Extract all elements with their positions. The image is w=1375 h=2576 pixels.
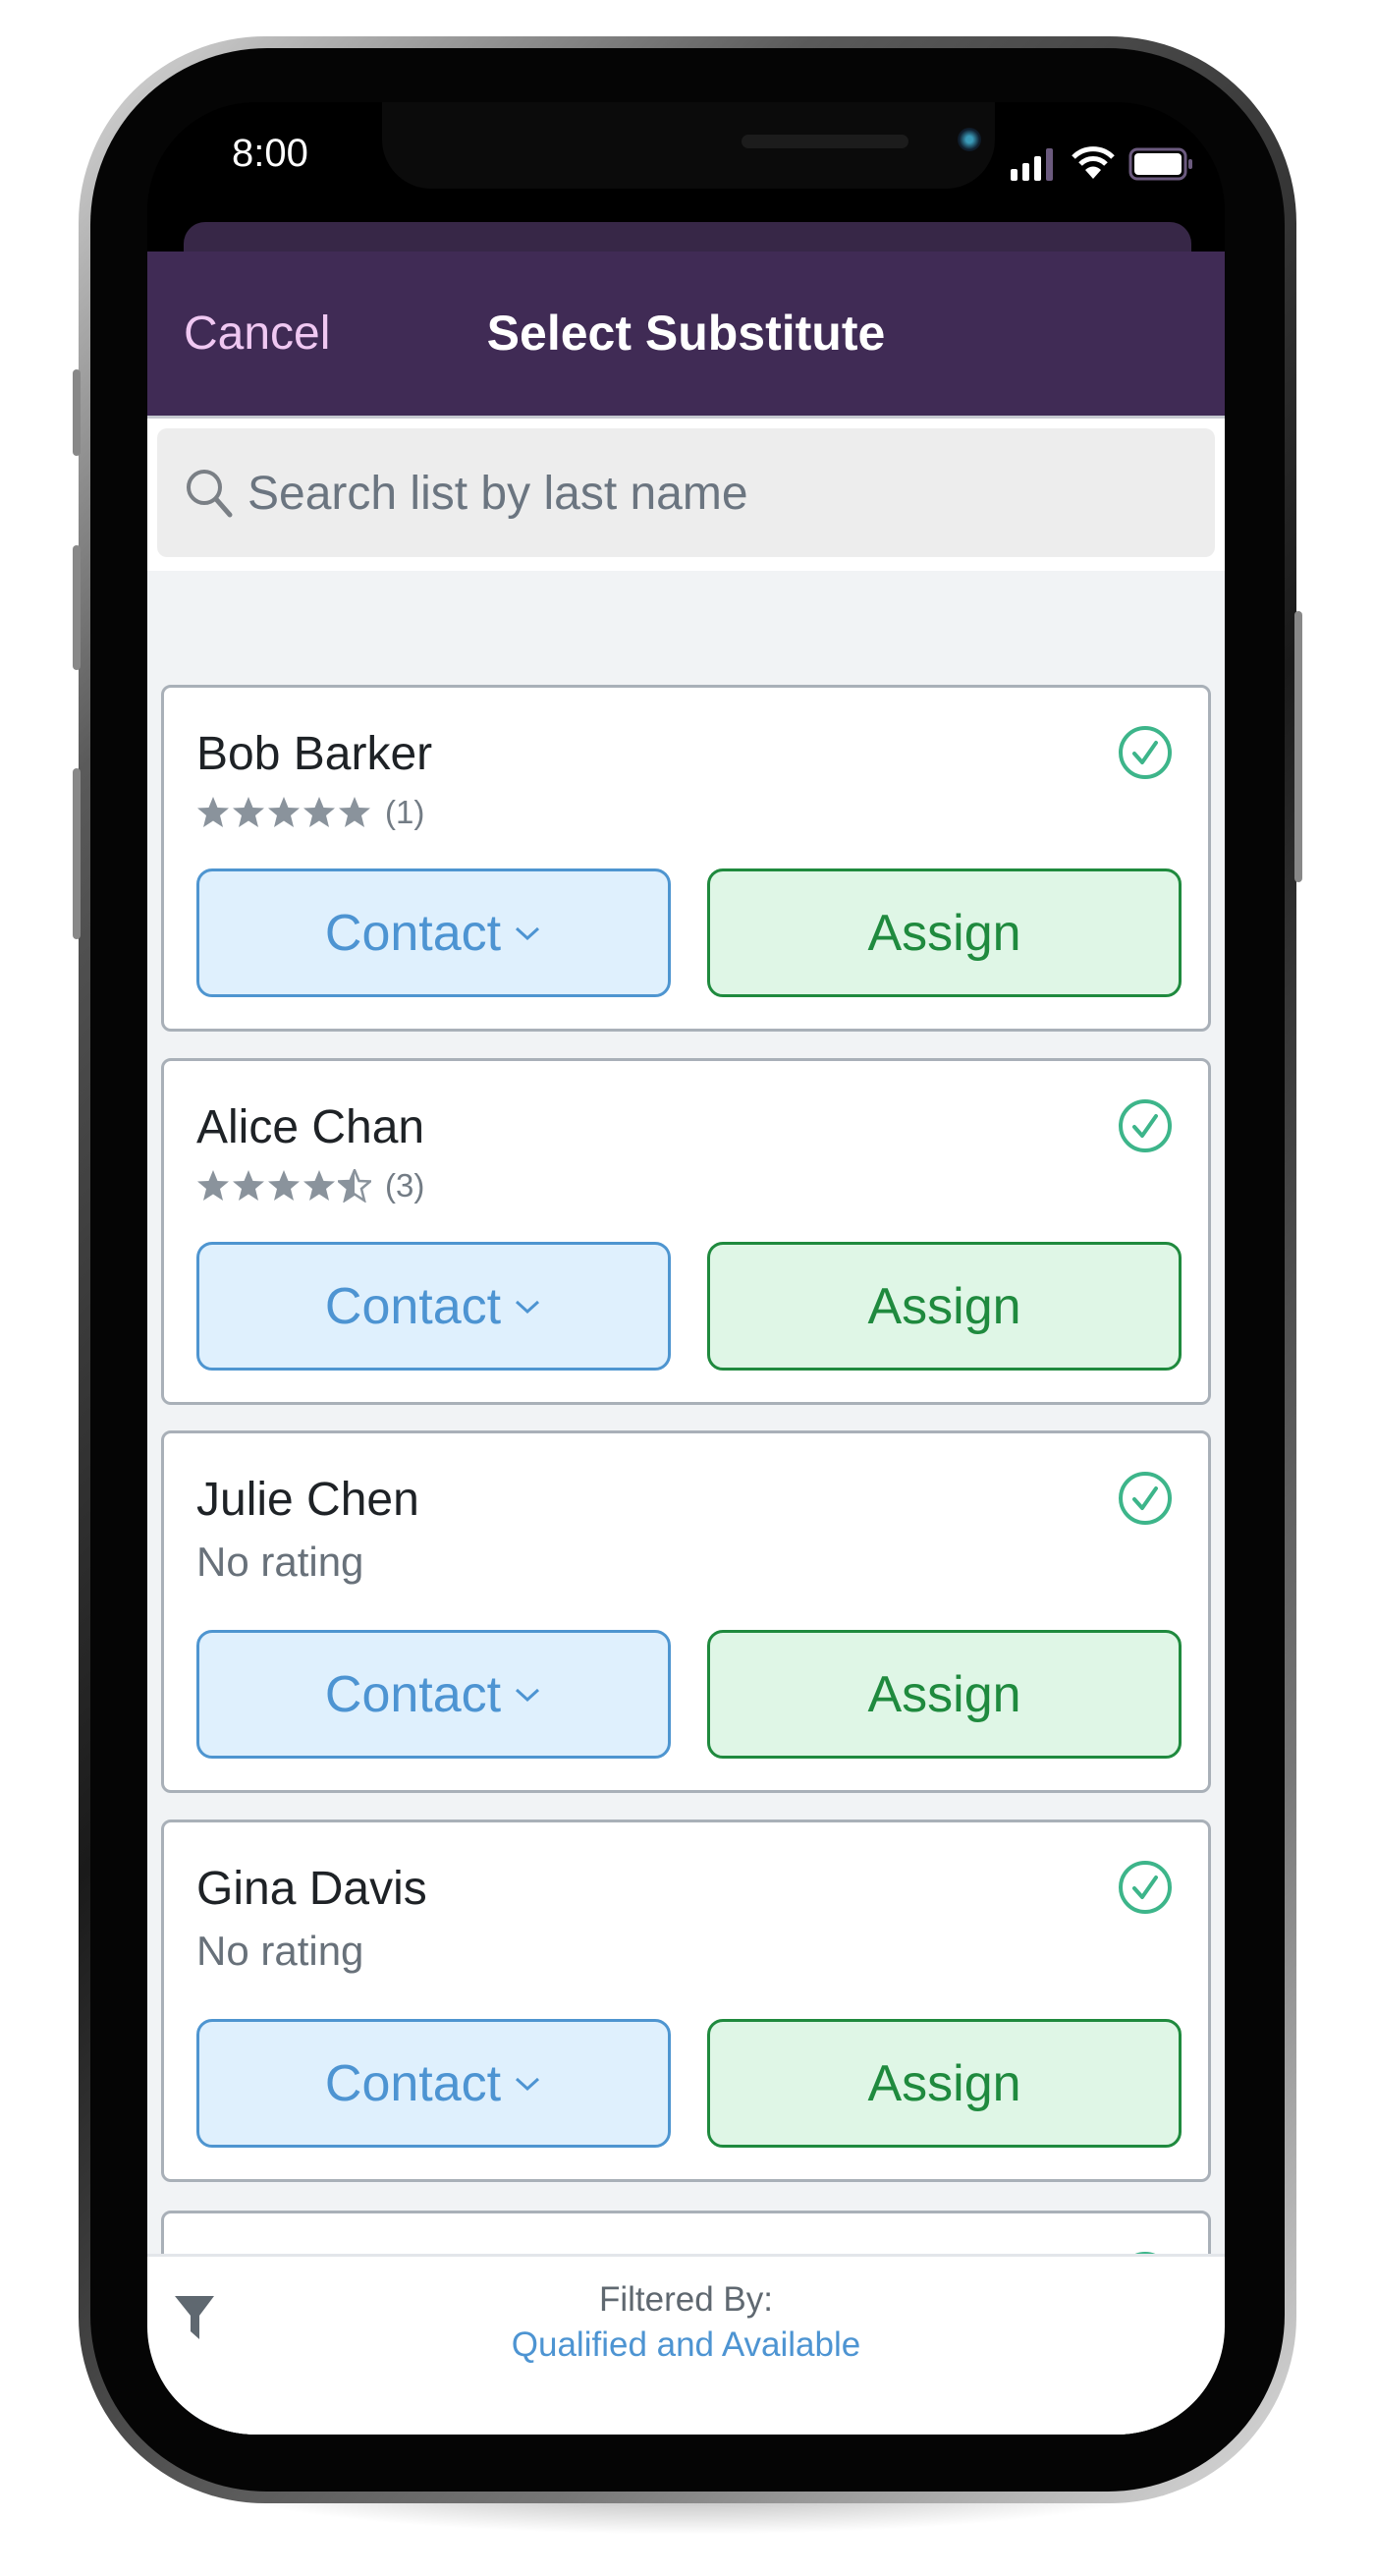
star-rating: (1) — [196, 794, 424, 831]
contact-label: Contact — [324, 1277, 502, 1335]
contact-label: Contact — [324, 1665, 502, 1723]
no-rating-label: No rating — [196, 1928, 364, 1974]
volume-down-button — [73, 768, 81, 939]
search-bar — [147, 419, 1225, 571]
assign-label: Assign — [867, 1277, 1021, 1335]
search-icon — [187, 470, 233, 518]
navbar: Select Substitute Cancel — [147, 252, 1225, 419]
check-circle-icon — [1119, 1099, 1172, 1152]
star-icon — [197, 797, 229, 827]
star-rating: (3) — [196, 1167, 424, 1204]
filter-value-link[interactable]: Qualified and Available — [147, 2325, 1225, 2365]
rating-count: (1) — [385, 794, 425, 830]
assign-label: Assign — [867, 2054, 1021, 2112]
cancel-button[interactable]: Cancel — [184, 307, 330, 361]
substitute-name: Bob Barker — [196, 728, 433, 780]
chevron-down-icon — [516, 1300, 540, 1314]
contact-button[interactable]: Contact — [196, 2019, 671, 2148]
star-icon — [233, 1170, 264, 1201]
substitute-card: Julie Chen No rating Contact Assign — [161, 1430, 1211, 1793]
contact-button[interactable]: Contact — [196, 1242, 671, 1371]
status-time: 8:00 — [232, 132, 308, 175]
substitute-name: Julie Chen — [196, 1474, 419, 1526]
assign-button[interactable]: Assign — [707, 2019, 1182, 2148]
star-icon — [233, 797, 264, 827]
chevron-down-icon — [516, 2077, 540, 2091]
chevron-down-icon — [516, 1688, 540, 1702]
substitute-card: Gina Davis No rating Contact Assign — [161, 1820, 1211, 2182]
star-icon — [303, 797, 335, 827]
assign-button[interactable]: Assign — [707, 1242, 1182, 1371]
camera — [958, 128, 981, 151]
substitute-name: Gina Davis — [196, 1863, 427, 1915]
search-input[interactable] — [246, 458, 1133, 529]
power-button — [1294, 611, 1302, 882]
star-icon — [268, 1170, 300, 1201]
check-circle-icon — [1119, 1861, 1172, 1914]
star-icon — [338, 1169, 371, 1203]
contact-label: Contact — [324, 904, 502, 962]
speaker — [742, 135, 908, 148]
substitute-name: Alice Chan — [196, 1101, 425, 1153]
check-circle-icon — [1119, 726, 1172, 779]
assign-label: Assign — [867, 904, 1021, 962]
assign-label: Assign — [867, 1665, 1021, 1723]
volume-up-button — [73, 545, 81, 670]
search-field[interactable] — [157, 428, 1215, 557]
contact-button[interactable]: Contact — [196, 868, 671, 997]
silent-switch — [73, 369, 81, 456]
rating-count: (3) — [385, 1167, 425, 1204]
substitute-card: Alice Chan (3) Contact Assign — [161, 1058, 1211, 1405]
status-icons — [1011, 145, 1193, 181]
check-circle-icon — [1119, 1472, 1172, 1525]
star-icon — [339, 797, 370, 827]
battery-icon — [1128, 147, 1192, 181]
no-rating-label: No rating — [196, 1539, 364, 1585]
star-icon — [197, 1170, 229, 1201]
screen: 8:00 Select Substitute Cancel Bob Barker… — [147, 102, 1225, 2435]
assign-button[interactable]: Assign — [707, 1630, 1182, 1759]
contact-button[interactable]: Contact — [196, 1630, 671, 1759]
substitute-card: Bob Barker (1) Contact Assign — [161, 685, 1211, 1032]
signal-icon — [1011, 148, 1053, 181]
filter-footer: Filtered By: Qualified and Available — [147, 2254, 1225, 2435]
chevron-down-icon — [516, 926, 540, 940]
star-icon — [268, 797, 300, 827]
contact-label: Contact — [324, 2054, 502, 2112]
assign-button[interactable]: Assign — [707, 868, 1182, 997]
notch — [382, 102, 995, 189]
wifi-icon — [1072, 146, 1115, 179]
filtered-by-label: Filtered By: — [599, 2280, 773, 2319]
substitute-list[interactable]: Bob Barker (1) Contact AssignAlice Chan … — [147, 419, 1225, 2435]
star-icon — [303, 1170, 335, 1201]
